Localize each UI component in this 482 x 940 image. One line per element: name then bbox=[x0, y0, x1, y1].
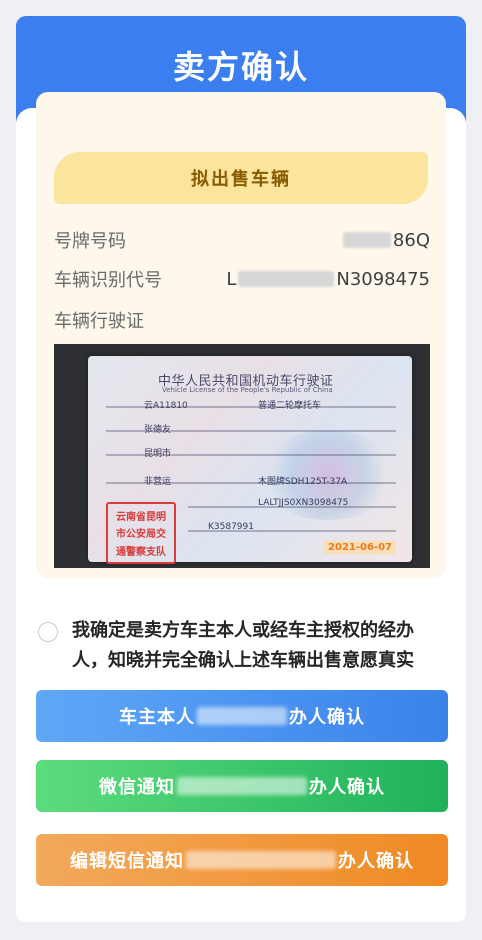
license-label: 车辆行驶证 bbox=[54, 311, 144, 332]
stamp-line: 市公安局交 bbox=[116, 529, 166, 541]
license-field-vin: LALTJJS0XN3098475 bbox=[258, 498, 349, 508]
owner-button-mask bbox=[197, 707, 287, 725]
vin-value-prefix: L bbox=[226, 268, 237, 290]
seller-confirm-panel: 卖方确认 拟出售车辆 号牌号码 86Q 车辆识别代号 L N3098475 车辆… bbox=[16, 16, 466, 922]
wechat-button-prefix: 微信通知 bbox=[99, 777, 175, 798]
owner-button-suffix: 办人确认 bbox=[289, 707, 365, 728]
stamp-line: 云南省昆明 bbox=[116, 512, 166, 524]
wechat-button-mask bbox=[177, 777, 307, 795]
vin-value: L N3098475 bbox=[226, 269, 430, 290]
license-issue-date: 2021-06-07 bbox=[324, 541, 396, 554]
sms-notify-button[interactable]: 编辑短信通知 办人确认 bbox=[36, 834, 448, 886]
license-field-usage: 非营运 bbox=[144, 477, 172, 487]
sms-button-mask bbox=[186, 851, 336, 869]
wechat-button-suffix: 办人确认 bbox=[309, 777, 385, 798]
plate-row: 号牌号码 86Q bbox=[54, 226, 430, 254]
plate-value-suffix: 86Q bbox=[392, 229, 430, 251]
vin-mask bbox=[238, 271, 335, 287]
stamp-line: 通警察支队 bbox=[116, 546, 166, 558]
vin-row: 车辆识别代号 L N3098475 bbox=[54, 265, 430, 293]
confirmation-row[interactable]: 我确定是卖方车主本人或经车主授权的经办人，知晓并完全确认上述车辆出售意愿真实 bbox=[38, 616, 448, 676]
owner-confirm-button[interactable]: 车主本人 办人确认 bbox=[36, 690, 448, 742]
wechat-notify-button[interactable]: 微信通知 办人确认 bbox=[36, 760, 448, 812]
ribbon-label: 拟出售车辆 bbox=[191, 169, 291, 190]
confirm-radio[interactable] bbox=[38, 622, 58, 642]
vehicle-card-ribbon: 拟出售车辆 bbox=[54, 152, 428, 204]
sms-button-prefix: 编辑短信通知 bbox=[70, 851, 184, 872]
vin-value-suffix: N3098475 bbox=[336, 268, 430, 290]
license-field-owner: 张德友 bbox=[144, 425, 172, 435]
confirmation-text: 我确定是卖方车主本人或经车主授权的经办人，知晓并完全确认上述车辆出售意愿真实 bbox=[72, 620, 414, 671]
license-field-address: 昆明市 bbox=[144, 449, 172, 459]
license-label-row: 车辆行驶证 bbox=[54, 306, 430, 334]
license-field-type: 普通二轮摩托车 bbox=[258, 401, 322, 411]
sms-button-suffix: 办人确认 bbox=[338, 851, 414, 872]
plate-mask bbox=[342, 232, 391, 248]
owner-button-prefix: 车主本人 bbox=[119, 707, 195, 728]
driving-license-photo[interactable]: 中华人民共和国机动车行驶证 Vehicle License of the Peo… bbox=[54, 344, 430, 568]
plate-label: 号牌号码 bbox=[54, 231, 126, 252]
license-field-plate: 云A11810 bbox=[144, 401, 188, 411]
plate-value: 86Q bbox=[342, 229, 430, 251]
police-stamp: 云南省昆明 市公安局交 通警察支队 bbox=[106, 502, 176, 564]
license-subtitle: Vehicle License of the People's Republic… bbox=[162, 386, 333, 394]
license-field-model: 木图牌SDH125T-37A bbox=[258, 477, 348, 487]
license-field-engine: K3587991 bbox=[208, 522, 254, 532]
license-document: 中华人民共和国机动车行驶证 Vehicle License of the Peo… bbox=[88, 356, 412, 564]
page-title: 卖方确认 bbox=[172, 48, 309, 86]
vin-label: 车辆识别代号 bbox=[54, 270, 162, 291]
